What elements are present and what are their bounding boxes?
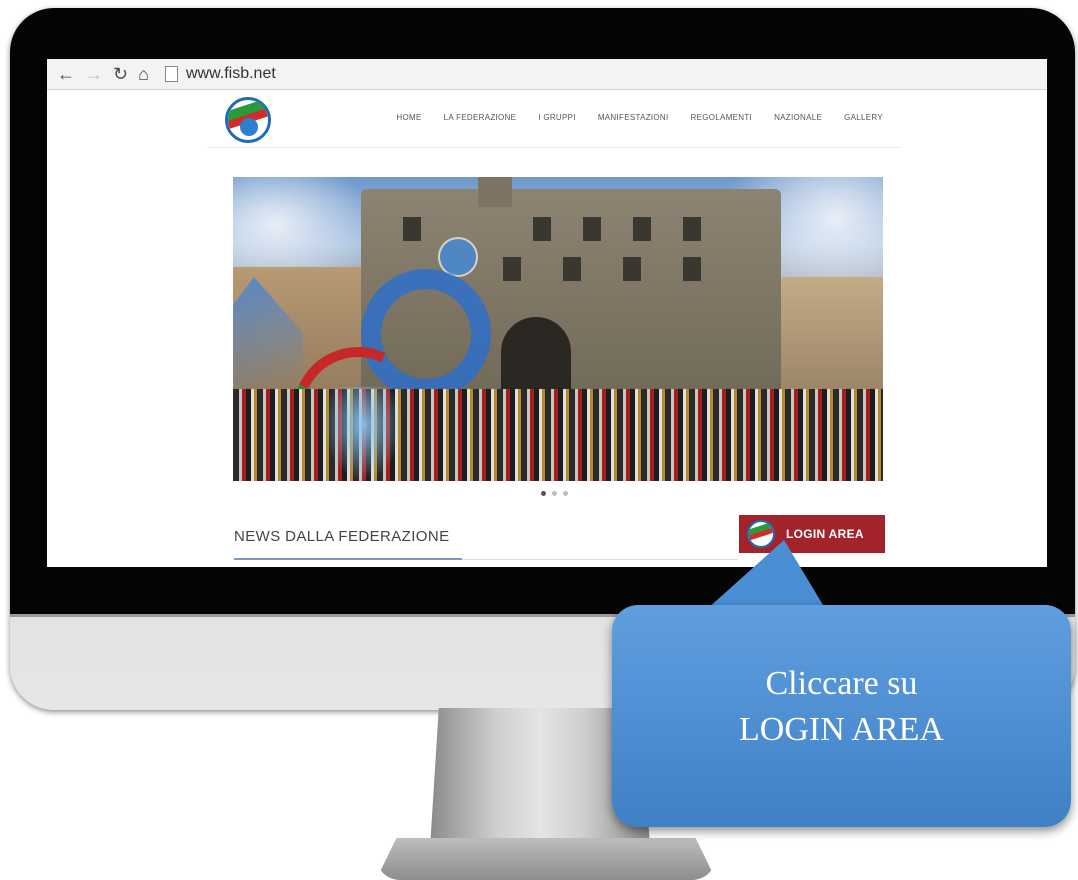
browser-toolbar: ← → ↻ ⌂ www.fisb.net	[47, 59, 1047, 90]
news-divider	[462, 559, 738, 560]
reload-icon[interactable]: ↻	[113, 59, 128, 89]
hero-carousel-image[interactable]	[233, 177, 883, 481]
callout-text: Cliccare su LOGIN AREA	[612, 661, 1071, 753]
nav-item-regolamenti[interactable]: REGOLAMENTI	[691, 113, 753, 122]
nav-item-manifestazioni[interactable]: MANIFESTAZIONI	[598, 113, 669, 122]
callout-line-1: Cliccare su	[765, 665, 918, 702]
forward-arrow-icon[interactable]: →	[85, 59, 103, 89]
callout-line-2: LOGIN AREA	[739, 711, 944, 748]
url-text[interactable]: www.fisb.net	[186, 65, 276, 83]
news-title-underline	[234, 558, 462, 560]
carousel-dots	[541, 491, 568, 496]
carousel-dot-3[interactable]	[563, 491, 568, 496]
monitor-screen: ← → ↻ ⌂ www.fisb.net HOME LA FEDERAZIONE…	[47, 59, 1047, 567]
news-section-title: NEWS DALLA FEDERAZIONE	[234, 528, 450, 545]
nav-item-i-gruppi[interactable]: I GRUPPI	[538, 113, 576, 122]
carousel-dot-1[interactable]	[541, 491, 546, 496]
home-icon[interactable]: ⌂	[138, 59, 149, 89]
website-page: HOME LA FEDERAZIONE I GRUPPI MANIFESTAZI…	[47, 89, 1047, 567]
login-area-label: LOGIN AREA	[786, 527, 864, 541]
page-icon	[164, 66, 178, 82]
address-bar[interactable]: www.fisb.net	[164, 62, 276, 86]
back-arrow-icon[interactable]: ←	[57, 59, 75, 89]
site-header: HOME LA FEDERAZIONE I GRUPPI MANIFESTAZI…	[207, 89, 901, 148]
nav-item-nazionale[interactable]: NAZIONALE	[774, 113, 822, 122]
nav-item-gallery[interactable]: GALLERY	[844, 113, 883, 122]
fisb-logo[interactable]	[225, 97, 271, 143]
fisb-logo-icon	[747, 520, 775, 548]
main-navigation: HOME LA FEDERAZIONE I GRUPPI MANIFESTAZI…	[396, 113, 883, 122]
carousel-dot-2[interactable]	[552, 491, 557, 496]
monitor-stand-base	[376, 838, 716, 880]
nav-item-la-federazione[interactable]: LA FEDERAZIONE	[444, 113, 517, 122]
instruction-callout: Cliccare su LOGIN AREA	[612, 605, 1071, 827]
login-area-button[interactable]: LOGIN AREA	[739, 515, 885, 553]
nav-item-home[interactable]: HOME	[396, 113, 421, 122]
